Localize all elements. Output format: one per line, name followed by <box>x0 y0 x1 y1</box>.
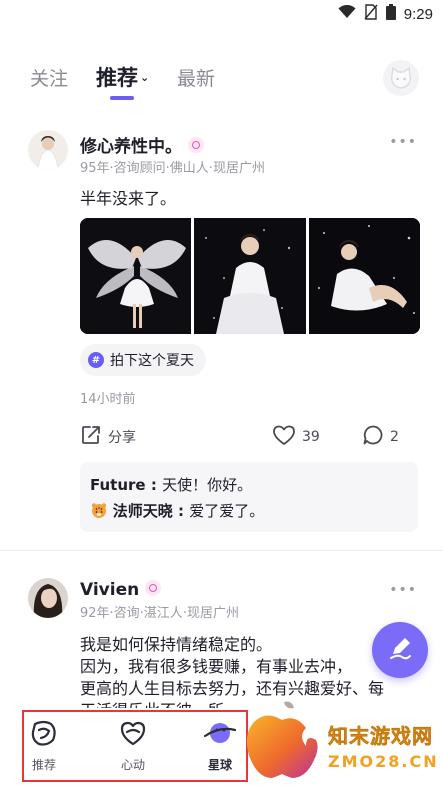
chevron-down-icon: ⌄ <box>140 71 150 84</box>
watermark-line2: ZMO28.CN <box>328 752 439 771</box>
tiger-icon <box>90 502 113 520</box>
status-bar: 9:29 <box>0 0 443 26</box>
watermark: 知末游戏网 ZMO28.CN <box>240 698 443 787</box>
cat-avatar-icon[interactable] <box>383 60 419 96</box>
post-text-line: 更高的人生目标去努力，还有兴趣爱好、每 <box>80 679 385 698</box>
post-author-meta: 95年·咨询顾问·佛山人·现居广州 <box>80 161 265 176</box>
post-photo[interactable] <box>194 218 306 334</box>
comment-item: Future : 天使！你好。 <box>90 472 408 498</box>
post-photo[interactable] <box>308 218 420 334</box>
post-actions: 分享 39 2 <box>80 424 420 448</box>
tab-recommend-label: 推荐 <box>96 66 138 90</box>
post-author-meta: 92年·咨询·湛江人·现居广州 <box>80 606 239 621</box>
tab-follow[interactable]: 关注 <box>30 64 68 91</box>
comment-text: 天使！你好。 <box>162 476 253 494</box>
like-count: 39 <box>302 429 320 445</box>
author-name-text: 修心养性中。 <box>80 137 182 157</box>
top-tabs: 关注 推荐 ⌄ 最新 <box>0 56 443 106</box>
post-author-name[interactable]: Vivien <box>80 580 162 600</box>
heart-outline-icon <box>272 424 296 450</box>
post-text-line: 我是如何保持情绪稳定的。 <box>80 635 273 654</box>
share-icon <box>80 424 102 450</box>
status-time: 9:29 <box>403 5 433 23</box>
wifi-icon <box>338 4 356 23</box>
comment-preview[interactable]: Future : 天使！你好。 法师天晓 : 爱了爱了。 <box>80 462 418 532</box>
comment-separator: : <box>145 476 163 494</box>
pen-icon <box>386 634 414 666</box>
badge-icon <box>188 137 204 153</box>
badge-icon <box>145 580 162 596</box>
topic-tag[interactable]: # 拍下这个夏天 <box>80 344 206 376</box>
share-label: 分享 <box>108 430 136 446</box>
photo-grid <box>80 218 420 334</box>
comment-count: 2 <box>390 429 399 445</box>
comment-separator: : <box>172 502 190 520</box>
watermark-line1: 知末游戏网 <box>328 724 433 749</box>
post-photo[interactable] <box>80 218 192 334</box>
comment-author[interactable]: 法师天晓 <box>113 502 173 520</box>
comment-button[interactable]: 2 <box>362 424 399 450</box>
topic-label: 拍下这个夏天 <box>110 353 194 369</box>
like-button[interactable]: 39 <box>272 424 320 450</box>
avatar[interactable] <box>28 578 68 618</box>
tab-recommend[interactable]: 推荐 ⌄ <box>96 62 149 92</box>
author-name-text: Vivien <box>80 580 140 600</box>
post-time: 14小时前 <box>80 392 136 407</box>
comment-text: 爱了爱了。 <box>189 502 265 520</box>
more-icon[interactable]: ••• <box>389 582 417 598</box>
avatar[interactable] <box>28 130 68 170</box>
post-text-line: 因为，我有很多钱要赚，有事业去冲， <box>80 657 353 676</box>
post-author-name[interactable]: 修心养性中。 <box>80 132 204 157</box>
comment-author[interactable]: Future <box>90 476 146 494</box>
tab-latest[interactable]: 最新 <box>177 64 215 91</box>
comment-item: 法师天晓 : 爱了爱了。 <box>90 498 408 524</box>
post-divider <box>0 550 443 551</box>
no-sim-icon <box>364 4 378 24</box>
battery-icon <box>385 4 396 24</box>
hashtag-icon: # <box>88 352 104 368</box>
share-button[interactable]: 分享 <box>80 424 136 450</box>
active-tab-indicator <box>110 96 134 100</box>
compose-button[interactable] <box>372 622 428 678</box>
post-text: 半年没来了。 <box>80 189 177 208</box>
more-icon[interactable]: ••• <box>389 134 417 150</box>
highlight-annotation <box>22 710 248 782</box>
comment-icon <box>362 424 384 450</box>
